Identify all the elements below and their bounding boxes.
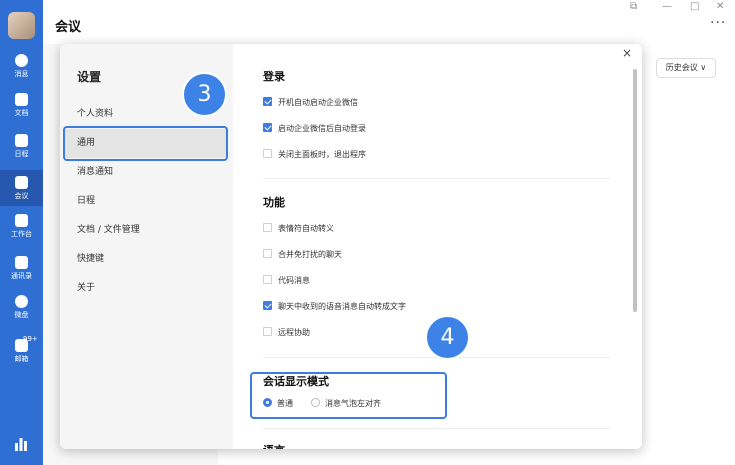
step-badge-3: 3	[182, 72, 227, 117]
page-title: 会议	[55, 20, 82, 35]
checkbox[interactable]	[263, 97, 272, 106]
option-auto-login[interactable]: 启动企业微信后自动登录	[263, 123, 366, 135]
settings-nav-calendar[interactable]: 日程	[65, 187, 228, 216]
settings-nav-about[interactable]: 关于	[65, 274, 228, 303]
option-label: 启动企业微信后自动登录	[278, 124, 366, 133]
option-label: 开机自动启动企业微信	[278, 98, 358, 107]
checkbox[interactable]	[263, 327, 272, 336]
checkbox[interactable]	[263, 275, 272, 284]
sidebar-item-contacts[interactable]: 通讯录	[0, 256, 43, 292]
checkbox[interactable]	[263, 123, 272, 132]
avatar[interactable]	[8, 12, 35, 39]
option-label: 关闭主面板时，退出程序	[278, 150, 366, 159]
option-code-message[interactable]: 代码消息	[263, 275, 310, 287]
highlight-general-nav	[63, 126, 228, 161]
sidebar-item-label: 邮箱	[14, 355, 29, 363]
settings-nav-shortcuts[interactable]: 快捷键	[65, 245, 228, 274]
settings-nav-notifications[interactable]: 消息通知	[65, 158, 228, 187]
pin-window-icon[interactable]: ⧉	[630, 1, 637, 12]
app-sidebar: 消息 文档 日程 会议 工作台 通讯录 微盘 99+ 邮箱	[0, 0, 43, 465]
sidebar-item-calendar[interactable]: 日程	[0, 134, 43, 170]
sidebar-item-label: 微盘	[14, 311, 29, 319]
sidebar-item-messages[interactable]: 消息	[0, 54, 43, 90]
checkbox[interactable]	[263, 149, 272, 158]
more-apps-icon[interactable]	[14, 437, 28, 451]
sidebar-item-docs[interactable]: 文档	[0, 93, 43, 129]
option-label: 远程协助	[278, 328, 310, 337]
unread-badge: 99+	[23, 335, 38, 343]
sidebar-item-mail[interactable]: 99+ 邮箱	[0, 335, 43, 375]
scrollbar[interactable]	[633, 69, 637, 312]
checkbox[interactable]	[263, 223, 272, 232]
sidebar-item-label: 会议	[14, 192, 29, 200]
sidebar-item-label: 日程	[14, 150, 29, 158]
option-auto-start[interactable]: 开机自动启动企业微信	[263, 97, 358, 109]
calendar-icon	[15, 134, 28, 147]
option-label: 表情符自动转义	[278, 224, 334, 233]
step-badge-4: 4	[425, 315, 470, 360]
section-divider	[263, 428, 610, 429]
more-options-icon[interactable]: ···	[710, 15, 726, 31]
option-label: 聊天中收到的语音消息自动转成文字	[278, 302, 406, 311]
dialog-title: 设置	[77, 70, 102, 84]
checkbox[interactable]	[263, 249, 272, 258]
sidebar-item-label: 文档	[14, 109, 29, 117]
highlight-display-mode	[250, 372, 447, 419]
section-title-login: 登录	[263, 70, 285, 83]
minimize-icon[interactable]: —	[662, 1, 672, 12]
checkbox[interactable]	[263, 301, 272, 310]
drive-icon	[15, 295, 28, 308]
sidebar-item-workbench[interactable]: 工作台	[0, 214, 43, 250]
sidebar-item-label: 通讯录	[11, 272, 32, 280]
chat-icon	[15, 54, 28, 67]
option-merge-muted[interactable]: 合并免打扰的聊天	[263, 249, 342, 261]
option-remote-assist[interactable]: 远程协助	[263, 327, 310, 339]
sidebar-item-meetings[interactable]: 会议	[0, 170, 43, 206]
option-label: 合并免打扰的聊天	[278, 250, 342, 259]
section-divider	[263, 178, 610, 179]
section-title-language: 语言	[263, 442, 285, 449]
grid-icon	[15, 214, 28, 227]
option-label: 代码消息	[278, 276, 310, 285]
sidebar-item-label: 消息	[14, 70, 29, 78]
close-window-icon[interactable]: ✕	[716, 1, 724, 12]
option-emoji-escape[interactable]: 表情符自动转义	[263, 223, 334, 235]
meeting-icon	[15, 176, 28, 189]
history-meetings-button[interactable]: 历史会议 ∨	[656, 58, 716, 78]
option-voice-to-text[interactable]: 聊天中收到的语音消息自动转成文字	[263, 301, 406, 313]
option-exit-on-close[interactable]: 关闭主面板时，退出程序	[263, 149, 366, 161]
sidebar-item-drive[interactable]: 微盘	[0, 295, 43, 331]
section-title-features: 功能	[263, 196, 285, 209]
sidebar-item-label: 工作台	[11, 230, 32, 238]
settings-nav-files[interactable]: 文档 / 文件管理	[65, 216, 228, 245]
document-icon	[15, 93, 28, 106]
maximize-icon[interactable]: □	[690, 1, 699, 12]
org-chart-icon	[15, 256, 28, 269]
